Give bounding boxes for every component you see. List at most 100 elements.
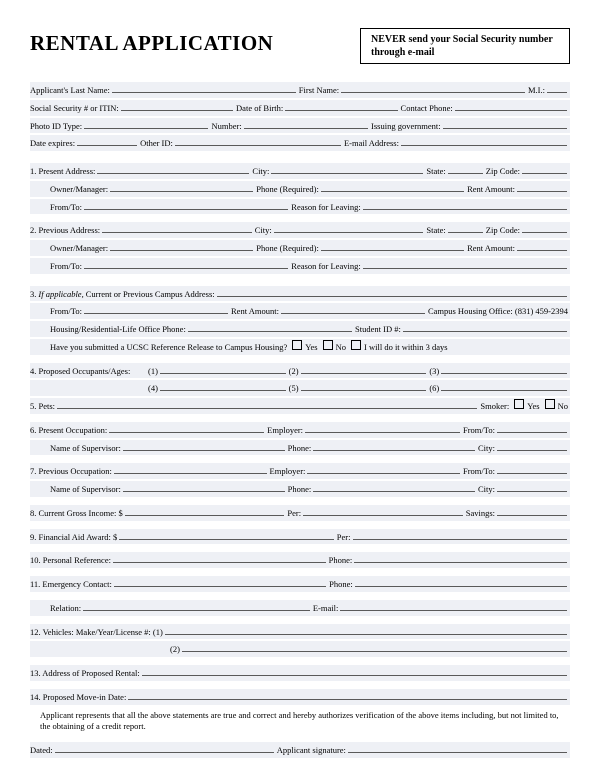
field-per-1[interactable] bbox=[303, 506, 463, 516]
field-phone-sup1[interactable] bbox=[313, 441, 475, 451]
field-income[interactable] bbox=[125, 506, 285, 516]
field-fromto-2[interactable] bbox=[84, 259, 288, 269]
field-vehicle-2[interactable] bbox=[182, 642, 567, 652]
label-zip-1: Zip Code: bbox=[486, 165, 522, 178]
checkbox-smoker-yes[interactable] bbox=[514, 399, 524, 409]
row-present-address: 1. Present Address: City: State: Zip Cod… bbox=[30, 163, 570, 179]
field-rent-3[interactable] bbox=[281, 304, 425, 314]
field-dated[interactable] bbox=[55, 743, 274, 753]
field-city-sup2[interactable] bbox=[497, 482, 567, 492]
field-first-name[interactable] bbox=[341, 83, 525, 93]
field-city-sup1[interactable] bbox=[497, 441, 567, 451]
field-occ4[interactable] bbox=[160, 381, 286, 391]
field-reason-1[interactable] bbox=[363, 200, 567, 210]
label-no-1: No bbox=[336, 341, 348, 354]
field-fromto-3[interactable] bbox=[84, 304, 228, 314]
field-date-expires[interactable] bbox=[77, 136, 137, 146]
field-email-emerg[interactable] bbox=[340, 601, 567, 611]
field-present-address[interactable] bbox=[97, 164, 249, 174]
checkbox-ref-yes[interactable] bbox=[292, 340, 302, 350]
row-fromto-2: From/To: Reason for Leaving: bbox=[30, 258, 570, 274]
label-fromto-3: From/To: bbox=[50, 305, 84, 318]
row-occupants-1: 4. Proposed Occupants/Ages: (1) (2) (3) bbox=[30, 363, 570, 379]
field-per-2[interactable] bbox=[353, 530, 568, 540]
field-employer-2[interactable] bbox=[307, 464, 460, 474]
field-contact-phone[interactable] bbox=[455, 101, 567, 111]
field-city-1[interactable] bbox=[271, 164, 423, 174]
field-occ3[interactable] bbox=[441, 364, 567, 374]
field-campus-address[interactable] bbox=[217, 287, 567, 297]
checkbox-smoker-no[interactable] bbox=[545, 399, 555, 409]
field-reason-2[interactable] bbox=[363, 259, 567, 269]
checkbox-ref-within3[interactable] bbox=[351, 340, 361, 350]
label-last-name: Applicant's Last Name: bbox=[30, 84, 112, 97]
field-previous-address[interactable] bbox=[102, 223, 252, 233]
field-fromto-occ1[interactable] bbox=[497, 423, 567, 433]
field-housing-phone[interactable] bbox=[188, 322, 352, 332]
row-ssn: Social Security # or ITIN: Date of Birth… bbox=[30, 100, 570, 116]
label-ssn: Social Security # or ITIN: bbox=[30, 102, 121, 115]
row-occupants-2: (4) (5) (6) bbox=[30, 380, 570, 396]
label-s13: 13. Address of Proposed Rental: bbox=[30, 667, 142, 680]
field-other-id[interactable] bbox=[175, 136, 341, 146]
field-phone-req-1[interactable] bbox=[321, 182, 464, 192]
field-previous-occupation[interactable] bbox=[114, 464, 267, 474]
field-ssn[interactable] bbox=[121, 101, 233, 111]
field-emergency[interactable] bbox=[114, 577, 326, 587]
field-number[interactable] bbox=[244, 119, 368, 129]
label-per-1: Per: bbox=[287, 507, 303, 520]
label-reason-1: Reason for Leaving: bbox=[291, 201, 362, 214]
field-city-2[interactable] bbox=[274, 223, 424, 233]
field-mi[interactable] bbox=[547, 83, 567, 93]
field-movein-date[interactable] bbox=[128, 690, 567, 700]
field-issuing-gov[interactable] bbox=[443, 119, 567, 129]
field-owner-2[interactable] bbox=[110, 241, 253, 251]
label-contact-phone: Contact Phone: bbox=[401, 102, 455, 115]
row-campus-fromto: From/To: Rent Amount: Campus Housing Off… bbox=[30, 303, 570, 319]
label-supervisor-2: Name of Supervisor: bbox=[50, 483, 123, 496]
label-signature: Applicant signature: bbox=[277, 744, 348, 757]
label-s3-italic: If applicable, bbox=[38, 288, 85, 301]
field-pets[interactable] bbox=[57, 399, 477, 409]
label-fromto-2: From/To: bbox=[50, 260, 84, 273]
label-within3: I will do it within 3 days bbox=[364, 341, 450, 354]
field-fromto-occ2[interactable] bbox=[497, 464, 567, 474]
field-supervisor-1[interactable] bbox=[123, 441, 285, 451]
field-photo-id[interactable] bbox=[84, 119, 208, 129]
field-supervisor-2[interactable] bbox=[123, 482, 285, 492]
field-signature[interactable] bbox=[348, 743, 567, 753]
field-vehicle-1[interactable] bbox=[165, 625, 567, 635]
field-zip-1[interactable] bbox=[522, 164, 567, 174]
field-phone-req-2[interactable] bbox=[321, 241, 464, 251]
field-last-name[interactable] bbox=[112, 83, 296, 93]
field-rent-2[interactable] bbox=[517, 241, 567, 251]
field-savings[interactable] bbox=[497, 506, 567, 516]
row-income: 8. Current Gross Income: $ Per: Savings: bbox=[30, 505, 570, 521]
field-personal-reference[interactable] bbox=[113, 553, 326, 563]
field-owner-1[interactable] bbox=[110, 182, 253, 192]
checkbox-ref-no[interactable] bbox=[323, 340, 333, 350]
field-fromto-1[interactable] bbox=[84, 200, 288, 210]
field-phone-sup2[interactable] bbox=[313, 482, 475, 492]
field-email[interactable] bbox=[401, 136, 567, 146]
field-proposed-rental[interactable] bbox=[142, 666, 567, 676]
label-supervisor-1: Name of Supervisor: bbox=[50, 442, 123, 455]
field-dob[interactable] bbox=[285, 101, 397, 111]
field-student-id[interactable] bbox=[403, 322, 567, 332]
field-occ5[interactable] bbox=[301, 381, 427, 391]
row-proposed-rental: 13. Address of Proposed Rental: bbox=[30, 665, 570, 681]
field-rent-1[interactable] bbox=[517, 182, 567, 192]
field-financial-aid[interactable] bbox=[119, 530, 334, 540]
field-present-occupation[interactable] bbox=[109, 423, 264, 433]
field-state-2[interactable] bbox=[448, 223, 483, 233]
field-occ6[interactable] bbox=[441, 381, 567, 391]
field-state-1[interactable] bbox=[448, 164, 483, 174]
field-occ1[interactable] bbox=[160, 364, 286, 374]
field-phone-emerg[interactable] bbox=[355, 577, 567, 587]
field-employer-1[interactable] bbox=[305, 423, 460, 433]
label-rent-3: Rent Amount: bbox=[231, 305, 281, 318]
field-phone-ref[interactable] bbox=[354, 553, 567, 563]
field-zip-2[interactable] bbox=[522, 223, 567, 233]
field-occ2[interactable] bbox=[301, 364, 427, 374]
field-relation[interactable] bbox=[83, 601, 310, 611]
